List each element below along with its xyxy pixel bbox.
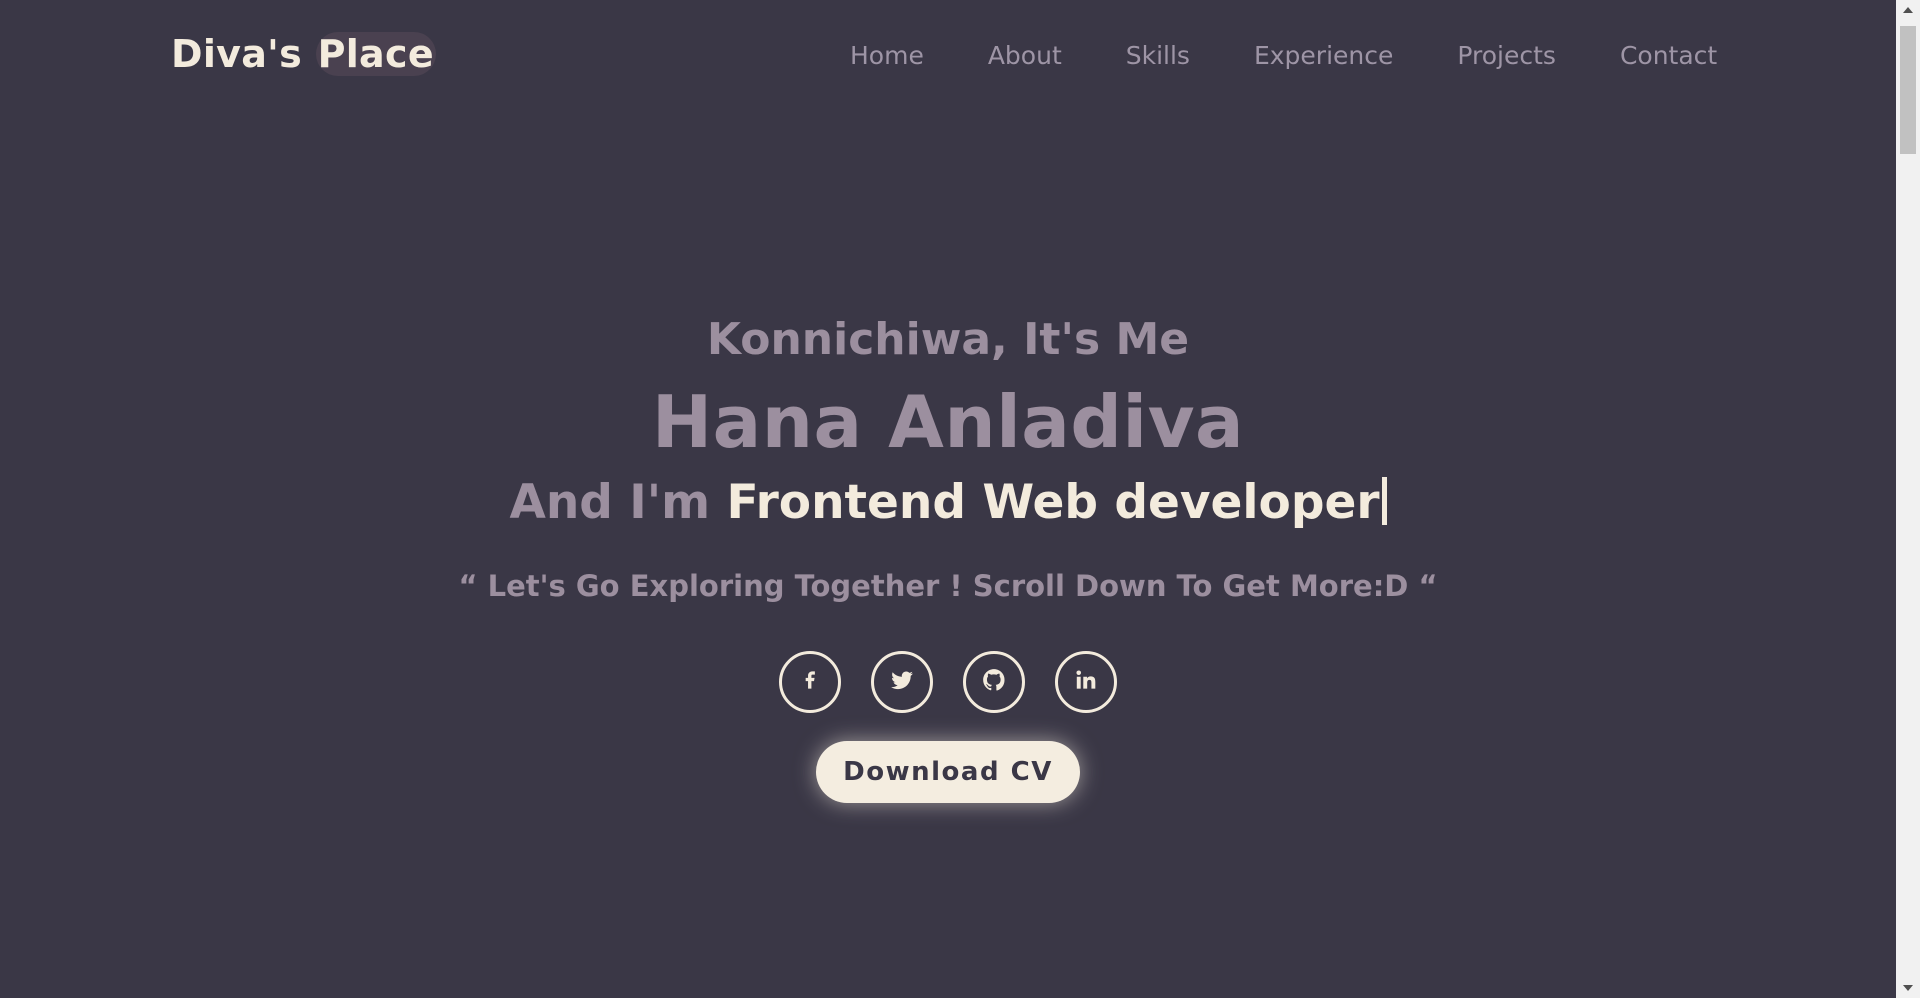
download-cv-button[interactable]: Download CV: [816, 741, 1080, 803]
hero-role: And I'm Frontend Web developer: [0, 477, 1896, 526]
github-link[interactable]: [963, 651, 1025, 713]
role-typed-text: Frontend Web developer: [726, 475, 1380, 530]
nav-link-skills[interactable]: Skills: [1126, 41, 1190, 70]
scroll-thumb[interactable]: [1900, 26, 1916, 154]
twitter-icon: [889, 667, 915, 697]
site-logo[interactable]: Diva's Place: [171, 32, 436, 76]
nav-link-about[interactable]: About: [988, 41, 1062, 70]
github-icon: [981, 667, 1007, 697]
linkedin-link[interactable]: [1055, 651, 1117, 713]
social-links: [0, 651, 1896, 713]
arrow-up-icon: [1903, 7, 1913, 13]
logo-text: Diva's: [171, 32, 316, 76]
nav-link-home[interactable]: Home: [850, 41, 924, 70]
vertical-scrollbar[interactable]: [1896, 0, 1920, 998]
arrow-down-icon: [1903, 985, 1913, 991]
hero-section: Konnichiwa, It's Me Hana Anladiva And I'…: [0, 300, 1896, 803]
typing-caret: [1381, 477, 1387, 525]
scroll-up-arrow[interactable]: [1896, 0, 1920, 20]
twitter-link[interactable]: [871, 651, 933, 713]
logo-highlight: Place: [315, 32, 436, 76]
main-nav: Home About Skills Experience Projects Co…: [850, 41, 1717, 70]
facebook-icon: [797, 667, 823, 697]
hero-name: Hana Anladiva: [651, 380, 1245, 464]
hero-greeting: Konnichiwa, It's Me: [706, 314, 1190, 365]
site-header: Diva's Place Home About Skills Experienc…: [0, 0, 1896, 116]
nav-link-contact[interactable]: Contact: [1620, 41, 1717, 70]
hero-tagline: “ Let's Go Exploring Together ! Scroll D…: [458, 569, 1438, 603]
linkedin-icon: [1073, 667, 1099, 697]
scroll-down-arrow[interactable]: [1896, 978, 1920, 998]
facebook-link[interactable]: [779, 651, 841, 713]
nav-link-projects[interactable]: Projects: [1457, 41, 1556, 70]
role-prefix: And I'm: [509, 475, 727, 530]
nav-link-experience[interactable]: Experience: [1254, 41, 1393, 70]
page: Diva's Place Home About Skills Experienc…: [0, 0, 1896, 998]
